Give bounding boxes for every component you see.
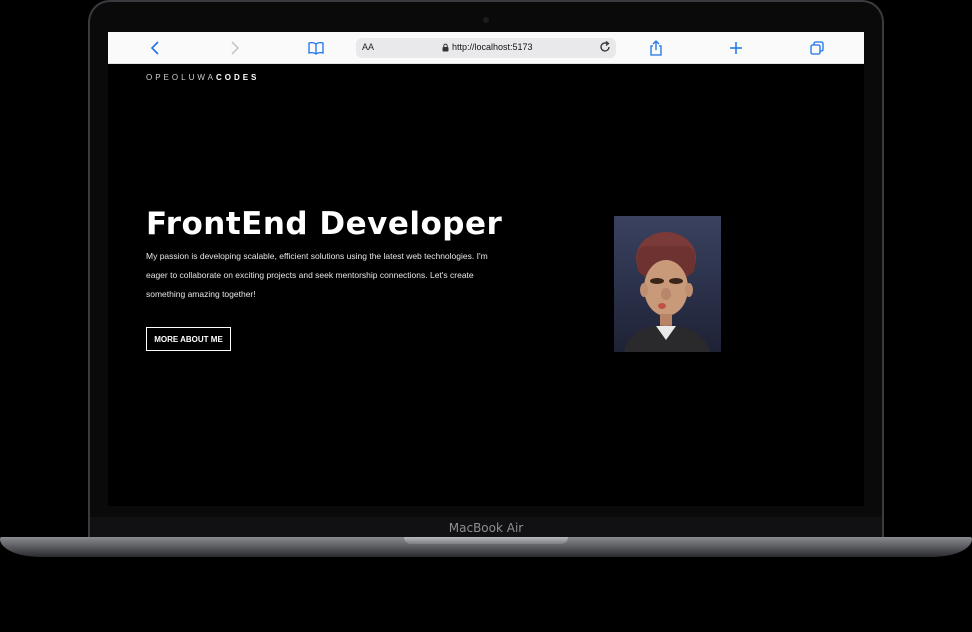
logo-bold-text: CODES [215, 73, 260, 82]
device-label: MacBook Air [448, 521, 524, 535]
hero-title: FrontEnd Developer [146, 206, 503, 242]
back-icon[interactable] [145, 38, 165, 58]
tabs-icon[interactable] [807, 38, 827, 58]
logo-light-text: OPEOLUWA [146, 73, 216, 82]
bookmarks-icon[interactable] [306, 38, 326, 58]
hero-description: My passion is developing scalable, effic… [146, 251, 488, 299]
text-size-button[interactable]: AA [362, 42, 374, 52]
new-tab-icon[interactable] [726, 38, 746, 58]
forward-icon[interactable] [225, 38, 245, 58]
more-about-me-button[interactable]: MORE ABOUT ME [146, 327, 231, 351]
address-bar[interactable]: AA http://localhost:5173 [356, 38, 616, 58]
laptop-chin: MacBook Air [90, 517, 882, 539]
browser-window: AA http://localhost:5173 OPEOLUWACODES F… [108, 32, 864, 506]
share-icon[interactable] [646, 38, 666, 58]
reload-icon[interactable] [598, 40, 612, 54]
camera-icon [483, 17, 489, 23]
site-logo[interactable]: OPEOLUWACODES [146, 73, 259, 82]
browser-toolbar: AA http://localhost:5173 [108, 32, 864, 64]
lock-icon [442, 43, 449, 52]
avatar-image [614, 216, 721, 352]
url-text: http://localhost:5173 [452, 42, 533, 52]
laptop-notch [404, 537, 568, 544]
